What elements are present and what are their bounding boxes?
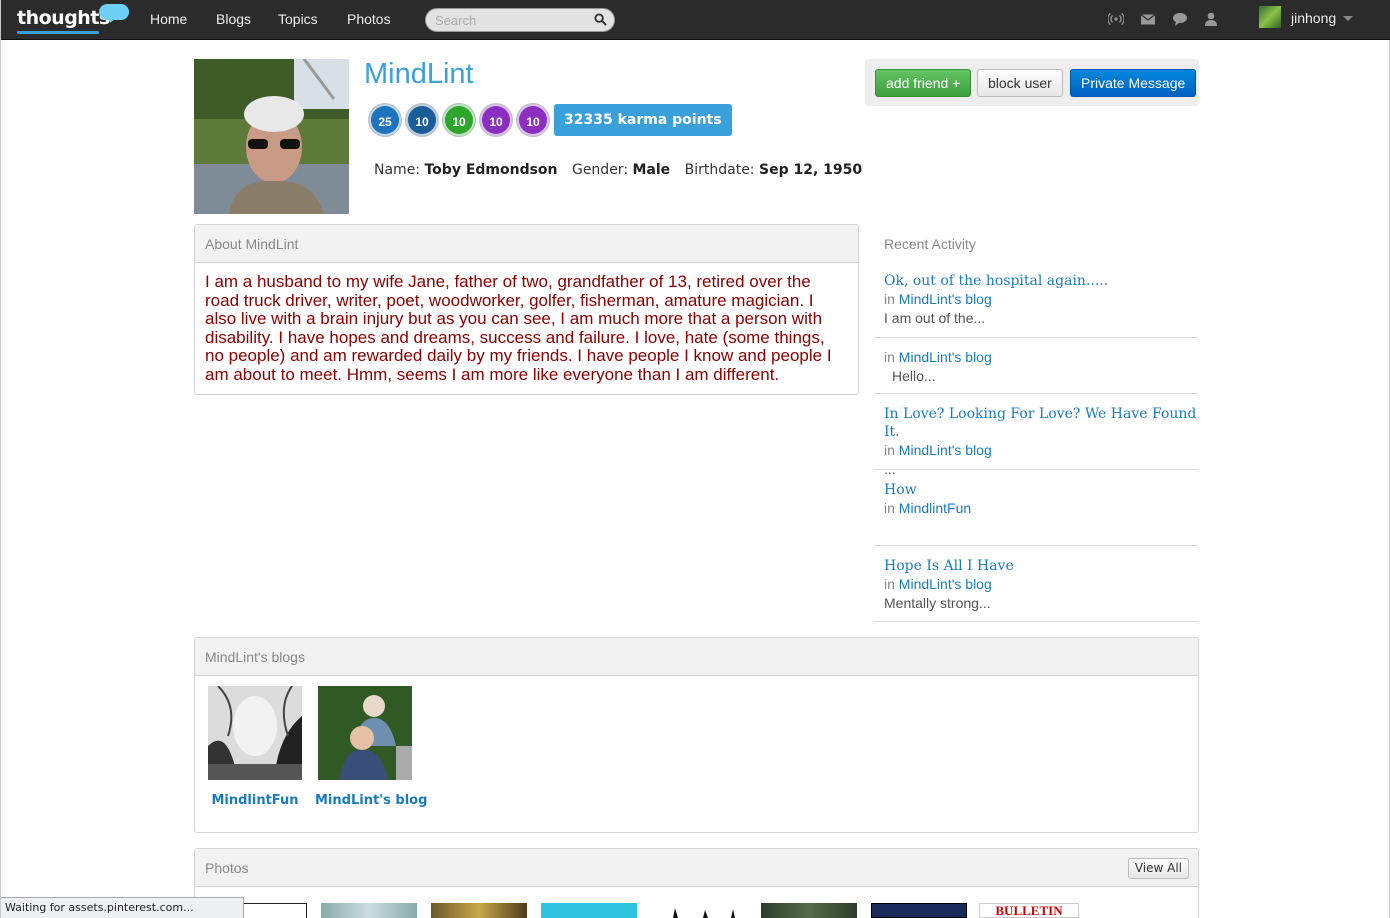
- activity-blog-link[interactable]: MindlintFun: [899, 500, 971, 516]
- in-label: in: [884, 500, 895, 516]
- logo-text: thoughts: [17, 7, 110, 29]
- in-label: in: [884, 291, 895, 307]
- activity-source: in MindLint's blog: [884, 441, 1198, 460]
- activity-item: In Love? Looking For Love? We Have Found…: [874, 405, 1198, 477]
- blog-thumbnail[interactable]: [208, 685, 302, 780]
- logo-underline: [17, 31, 99, 34]
- badge-value: 10: [415, 115, 429, 129]
- speech-badge-icon[interactable]: 10: [517, 104, 549, 136]
- number-badge-icon[interactable]: 10: [443, 104, 475, 136]
- search-icon[interactable]: [594, 13, 607, 26]
- about-heading: About MindLint: [195, 225, 858, 263]
- about-text: I am a husband to my wife Jane, father o…: [205, 272, 832, 384]
- profile-details: Name: Toby Edmondson Gender: Male Birthd…: [374, 162, 862, 178]
- activity-source: in MindLint's blog: [884, 575, 1198, 594]
- blog-link[interactable]: MindlintFun: [205, 793, 305, 808]
- activity-snippet: Mentally strong...: [884, 595, 991, 611]
- thumbs-up-badge-icon[interactable]: 10: [406, 104, 438, 136]
- birthdate-value: Sep 12, 1950: [758, 162, 863, 178]
- activity-snippet: ...: [884, 461, 896, 477]
- in-label: in: [884, 442, 895, 458]
- add-friend-button[interactable]: add friend +: [875, 69, 972, 97]
- activity-item: Ok, out of the hospital again..... in Mi…: [874, 272, 1198, 338]
- nav-blogs[interactable]: Blogs: [216, 11, 251, 27]
- speech-bubble-icon: [99, 4, 129, 20]
- gender-value: Male: [632, 162, 671, 178]
- thumbs-up-badge-icon[interactable]: 25: [369, 104, 401, 136]
- recent-activity-heading: Recent Activity: [884, 236, 976, 252]
- photo-thumbnail[interactable]: [431, 903, 527, 918]
- private-message-button[interactable]: Private Message: [1070, 69, 1197, 97]
- activity-title-link[interactable]: How: [884, 481, 1198, 499]
- photos-heading-text: Photos: [205, 860, 249, 876]
- photo-thumbnail[interactable]: [651, 903, 747, 918]
- activity-source: in MindLint's blog: [884, 290, 1198, 309]
- block-user-button[interactable]: block user: [977, 69, 1063, 97]
- blogs-heading: MindLint's blogs: [195, 638, 1198, 676]
- activity-item: in MindLint's blog Hello...: [874, 348, 1198, 394]
- activity-title-link[interactable]: Ok, out of the hospital again.....: [884, 272, 1198, 290]
- badge-value: 10: [489, 115, 503, 129]
- nav-photos[interactable]: Photos: [347, 11, 391, 27]
- activity-title-link[interactable]: Hope Is All I Have: [884, 557, 1198, 575]
- chevron-down-icon[interactable]: [1343, 16, 1353, 21]
- profile-actions: add friend + block user Private Message: [865, 59, 1199, 106]
- activity-snippet: Hello...: [892, 368, 936, 384]
- activity-source: in MindlintFun: [884, 499, 1198, 518]
- karma-points-badge[interactable]: 32335 karma points: [554, 104, 732, 136]
- search-box: [425, 8, 615, 32]
- search-input[interactable]: [435, 9, 595, 31]
- nav-home[interactable]: Home: [150, 11, 187, 27]
- user-icon[interactable]: [1203, 11, 1219, 27]
- nav-topics[interactable]: Topics: [278, 11, 318, 27]
- photo-thumbnail[interactable]: [541, 903, 637, 918]
- photo-thumbnail[interactable]: [321, 903, 417, 918]
- in-label: in: [884, 576, 895, 592]
- in-label: in: [884, 349, 895, 365]
- activity-blog-link[interactable]: MindLint's blog: [899, 576, 992, 592]
- birthdate-label: Birthdate:: [684, 162, 755, 178]
- name-label: Name:: [374, 162, 421, 178]
- photo-thumbnail[interactable]: BULLETIN: [979, 903, 1079, 918]
- blog-card[interactable]: MindlintFun: [205, 685, 305, 808]
- blog-link[interactable]: MindLint's blog: [315, 793, 427, 808]
- photo-thumbnail[interactable]: [871, 903, 967, 918]
- activity-blog-link[interactable]: MindLint's blog: [899, 349, 992, 365]
- broadcast-icon[interactable]: [1108, 11, 1124, 27]
- user-avatar[interactable]: [1259, 6, 1281, 28]
- gender-label: Gender:: [571, 162, 629, 178]
- photos-heading: Photos View All: [195, 849, 1198, 887]
- browser-status-bar: Waiting for assets.pinterest.com...: [1, 897, 244, 918]
- activity-title-link[interactable]: In Love? Looking For Love? We Have Found…: [884, 405, 1198, 441]
- activity-source: in MindLint's blog: [884, 348, 1198, 367]
- activity-snippet: I am out of the...: [884, 310, 986, 326]
- user-name[interactable]: jinhong: [1291, 10, 1336, 26]
- speech-badge-icon[interactable]: 10: [480, 104, 512, 136]
- full-name: Toby Edmondson: [424, 162, 558, 178]
- activity-blog-link[interactable]: MindLint's blog: [899, 442, 992, 458]
- blog-card[interactable]: MindLint's blog: [315, 686, 427, 808]
- thoughts-logo[interactable]: thoughts: [17, 4, 129, 34]
- badge-value: 10: [526, 115, 540, 129]
- view-all-button[interactable]: View All: [1127, 858, 1189, 879]
- profile-name: MindLint: [364, 58, 474, 90]
- photo-thumbnail[interactable]: [761, 903, 857, 918]
- profile-photo: [194, 59, 349, 214]
- mail-icon[interactable]: [1140, 11, 1156, 27]
- activity-blog-link[interactable]: MindLint's blog: [899, 291, 992, 307]
- badge-value: 25: [378, 115, 392, 129]
- activity-item: Hope Is All I Have in MindLint's blog Me…: [874, 557, 1198, 622]
- activity-item: How in MindlintFun: [874, 481, 1198, 546]
- about-panel: About MindLint I am a husband to my wife…: [194, 224, 859, 395]
- chat-icon[interactable]: [1172, 11, 1188, 27]
- badge-value: 10: [452, 115, 466, 129]
- blog-thumbnail[interactable]: [318, 686, 412, 780]
- top-navigation-bar: thoughts Home Blogs Topics Photos jinhon…: [1, 0, 1390, 40]
